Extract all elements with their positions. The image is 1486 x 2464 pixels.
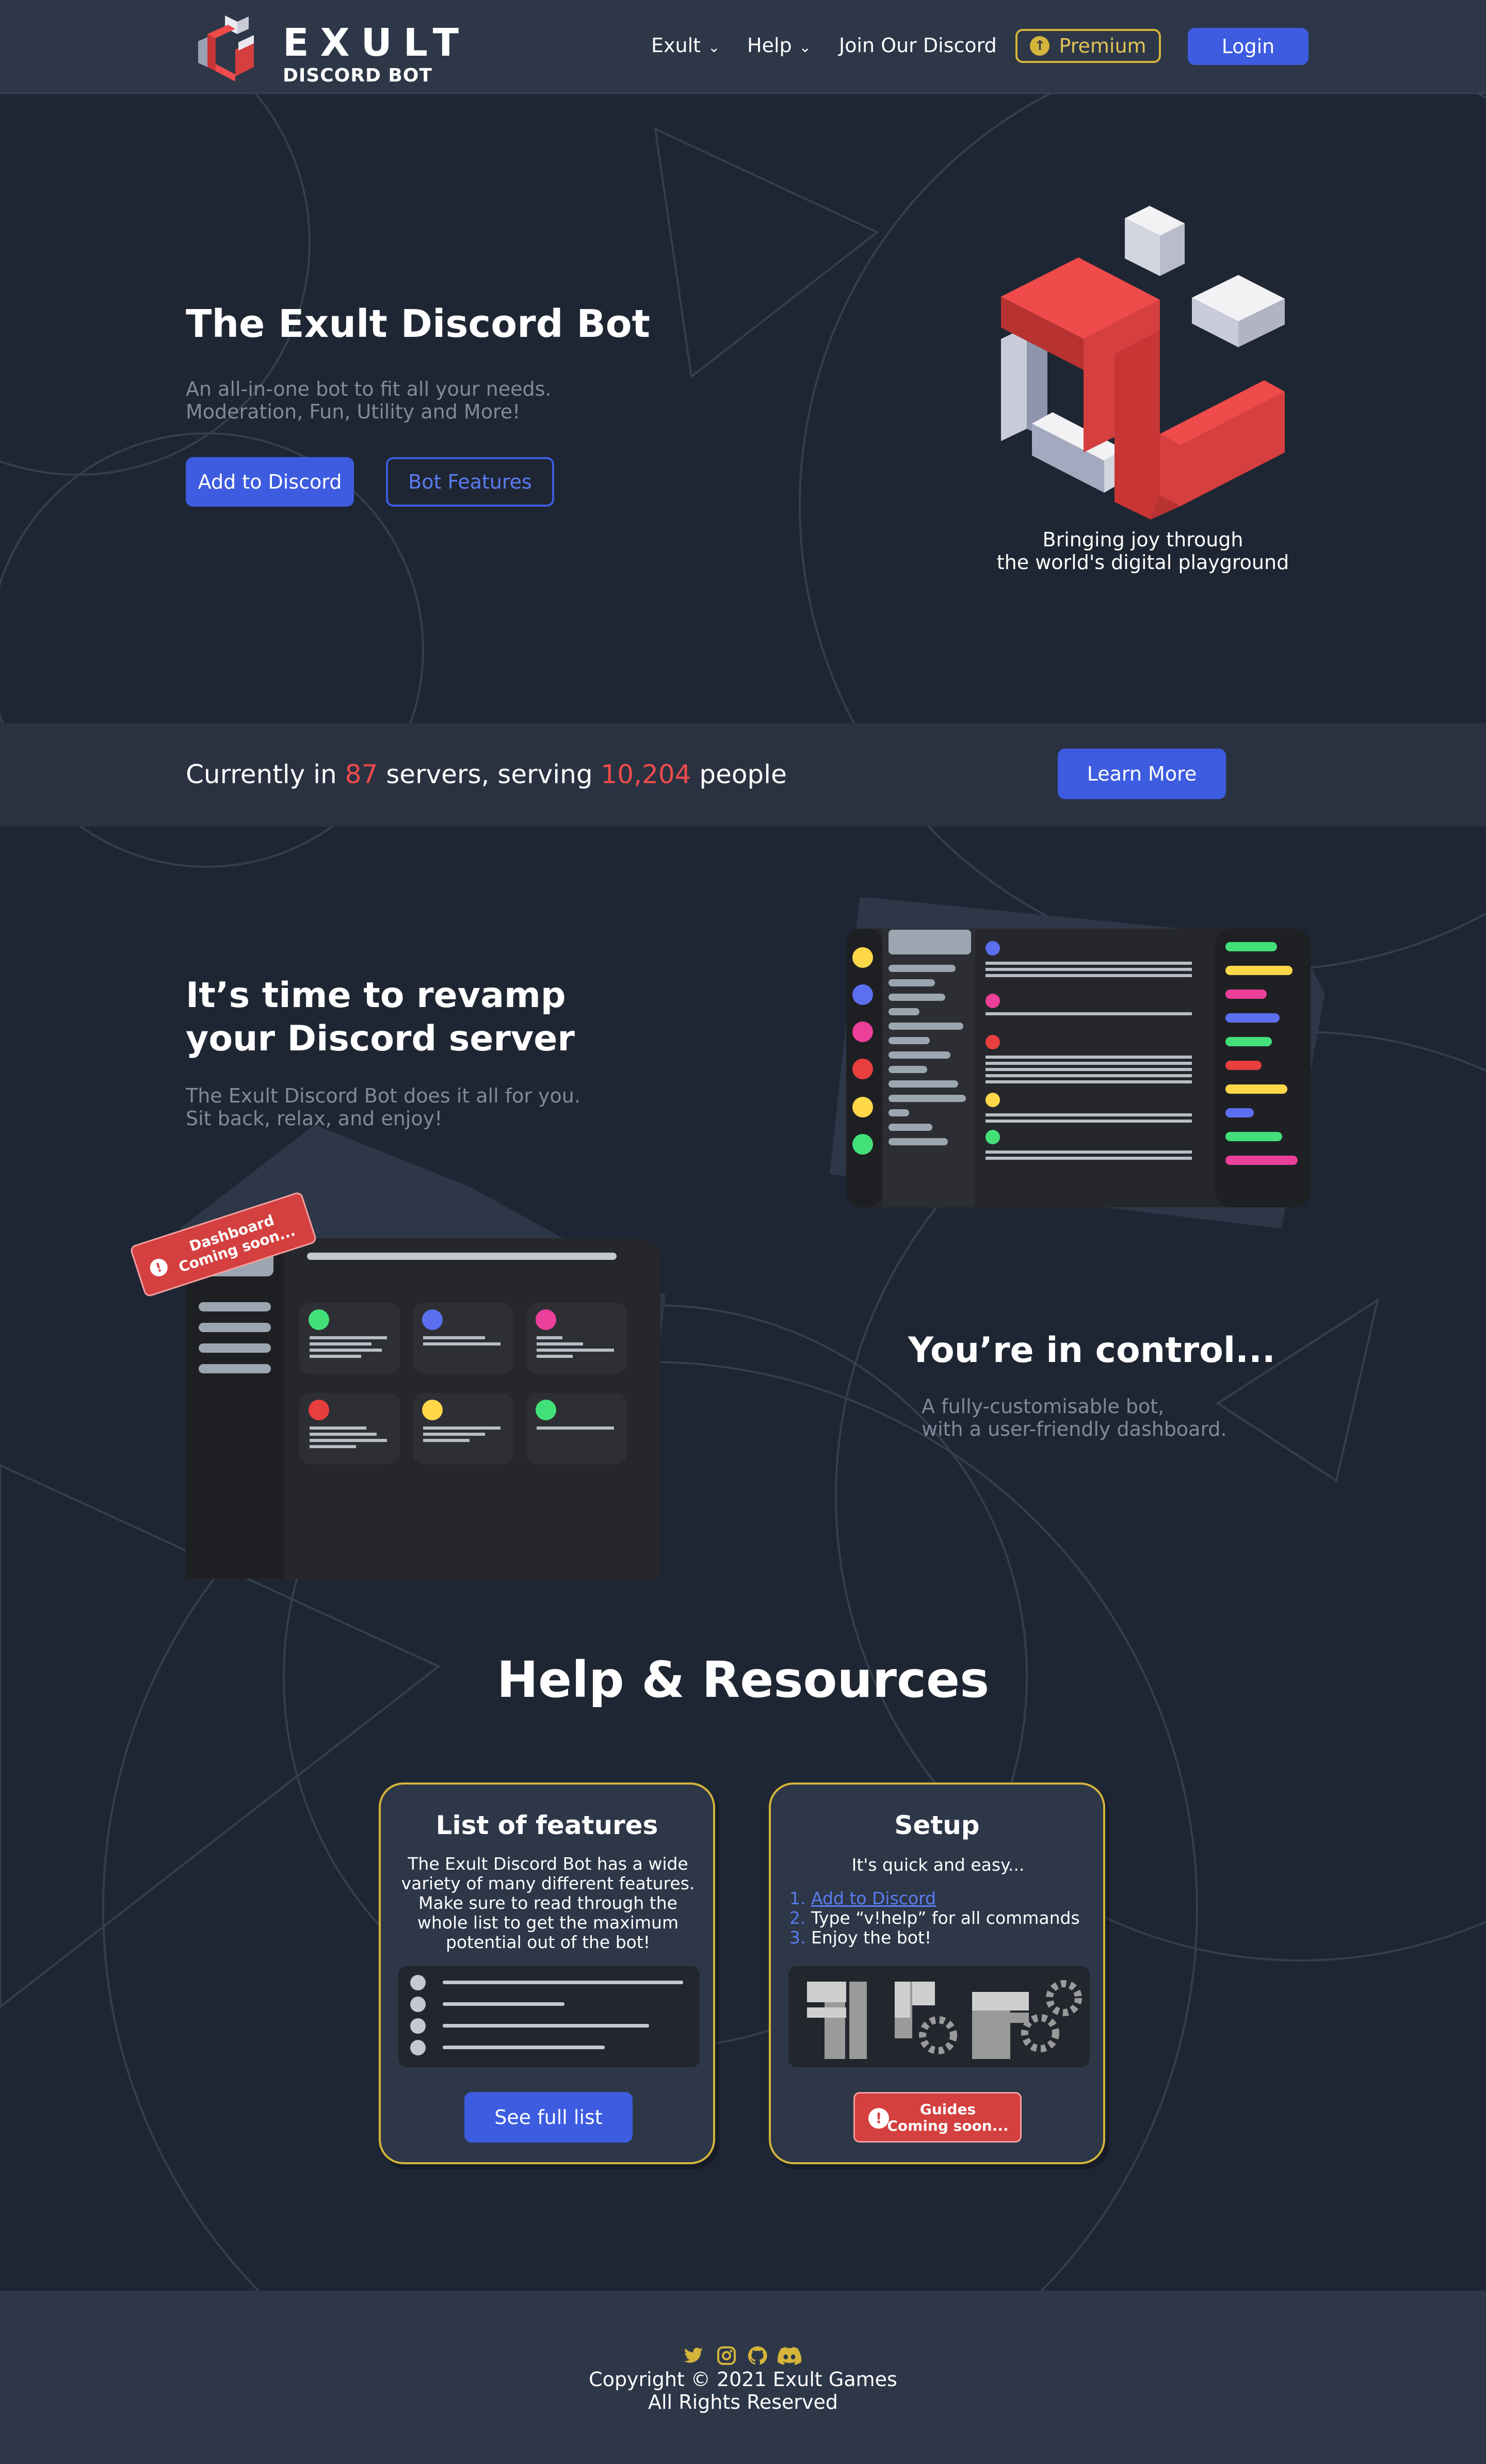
setup-step-2-text: Type “v!help” for all commands [811,1908,1080,1928]
help-resources-title: Help & Resources [496,1651,990,1709]
features-card-text: The Exult Discord Bot has a wide variety… [401,1854,695,1952]
setup-step-3-text: Enjoy the bot! [811,1927,932,1948]
dashboard-mockup-illustration [181,1125,666,1579]
footer-copyright: Copyright © 2021 Exult Games All Rights … [0,2368,1486,2413]
nav-join-discord-link[interactable]: Join Our Discord [839,34,997,57]
hero-title: The Exult Discord Bot [186,302,650,346]
add-to-discord-button[interactable]: Add to Discord [186,457,354,507]
nav-exult-label: Exult [651,34,701,57]
features-card: List of features The Exult Discord Bot h… [379,1782,715,2164]
server-count: 87 [345,759,378,789]
alert-icon: ! [868,2108,889,2129]
guides-badge-line1: Guides [919,2101,976,2118]
stats-middle: servers, serving [386,759,593,789]
step-number: 1. [789,1888,806,1908]
setup-steps-list: 1. Add to Discord 2. Type “v!help” for a… [789,1889,1080,1948]
see-full-list-button[interactable]: See full list [464,2092,633,2143]
discord-icon[interactable] [777,2345,802,2366]
premium-label: Premium [1059,35,1146,57]
hero-tagline: Bringing joy through the world's digital… [970,528,1316,574]
brand-logo[interactable]: EXULT DISCORD BOT [191,11,459,86]
chevron-down-icon: ⌄ [799,39,812,56]
control-text: A fully-customisable bot, with a user-fr… [922,1395,1227,1440]
nav-exult-dropdown[interactable]: Exult ⌄ [651,34,720,57]
revamp-title-line1: It’s time to revamp [186,975,566,1016]
nav-help-label: Help [747,34,792,57]
add-to-discord-link[interactable]: Add to Discord [811,1888,936,1908]
hero-subtitle-line2: Moderation, Fun, Utility and More! [186,400,521,423]
guides-coming-soon-badge: ! Guides Coming soon... [853,2092,1022,2143]
hero-subtitle-line1: An all-in-one bot to fit all your needs. [186,378,552,400]
brand-subtitle: DISCORD BOT [283,65,432,86]
revamp-title-line2: your Discord server [186,1018,575,1059]
rights-line: All Rights Reserved [648,2391,838,2413]
hero-logo-illustration [1001,206,1285,520]
nav-help-dropdown[interactable]: Help ⌄ [747,34,811,57]
features-card-title: List of features [435,1810,658,1840]
hero-tagline-line2: the world's digital playground [996,551,1289,574]
exult-logo-icon [198,15,254,82]
hero-tagline-line1: Bringing joy through [1042,528,1243,551]
control-title: You’re in control... [908,1330,1275,1371]
setup-illustration [788,1966,1090,2067]
bot-features-button[interactable]: Bot Features [386,457,554,507]
revamp-text-line1: The Exult Discord Bot does it all for yo… [186,1084,580,1107]
stats-prefix: Currently in [186,759,337,789]
learn-more-button[interactable]: Learn More [1058,749,1226,799]
github-icon[interactable] [747,2345,768,2366]
discord-mockup-illustration [830,898,1325,1228]
twitter-icon[interactable] [683,2345,704,2366]
setup-step-3: 3. Enjoy the bot! [789,1928,1080,1948]
copyright-line: Copyright © 2021 Exult Games [589,2368,897,2391]
revamp-title: It’s time to revamp your Discord server [186,974,575,1061]
instagram-icon[interactable] [716,2345,737,2366]
stats-suffix: people [699,759,787,789]
chevron-down-icon: ⌄ [708,39,720,56]
layout-gears-illustration-icon [807,1980,1082,2059]
login-button[interactable]: Login [1188,28,1309,65]
premium-coin-icon: ↑ [1030,36,1050,56]
nav-join-discord-label: Join Our Discord [839,34,997,57]
control-text-line2: with a user-friendly dashboard. [922,1418,1227,1440]
premium-button[interactable]: ↑ Premium [1015,29,1161,63]
setup-step-2: 2. Type “v!help” for all commands [789,1908,1080,1928]
revamp-text: The Exult Discord Bot does it all for yo… [186,1084,580,1130]
hero-subtitle: An all-in-one bot to fit all your needs.… [186,378,551,423]
step-number: 3. [789,1927,806,1948]
setup-card-title: Setup [894,1810,980,1840]
people-count: 10,204 [601,759,691,789]
stats-text: Currently in 87 servers, serving 10,204 … [186,759,787,789]
setup-card: Setup It's quick and easy... 1. Add to D… [769,1782,1105,2164]
list-illustration-icon [410,1975,683,2055]
features-list-illustration [398,1966,700,2067]
control-text-line1: A fully-customisable bot, [922,1395,1165,1418]
setup-card-intro: It's quick and easy... [851,1855,1025,1875]
step-number: 2. [789,1908,806,1928]
brand-name: EXULT [283,21,471,65]
setup-step-1: 1. Add to Discord [789,1889,1080,1908]
guides-badge-line2: Coming soon... [887,2117,1009,2134]
top-navbar: EXULT DISCORD BOT Exult ⌄ Help ⌄ Join Our … [0,0,1486,94]
